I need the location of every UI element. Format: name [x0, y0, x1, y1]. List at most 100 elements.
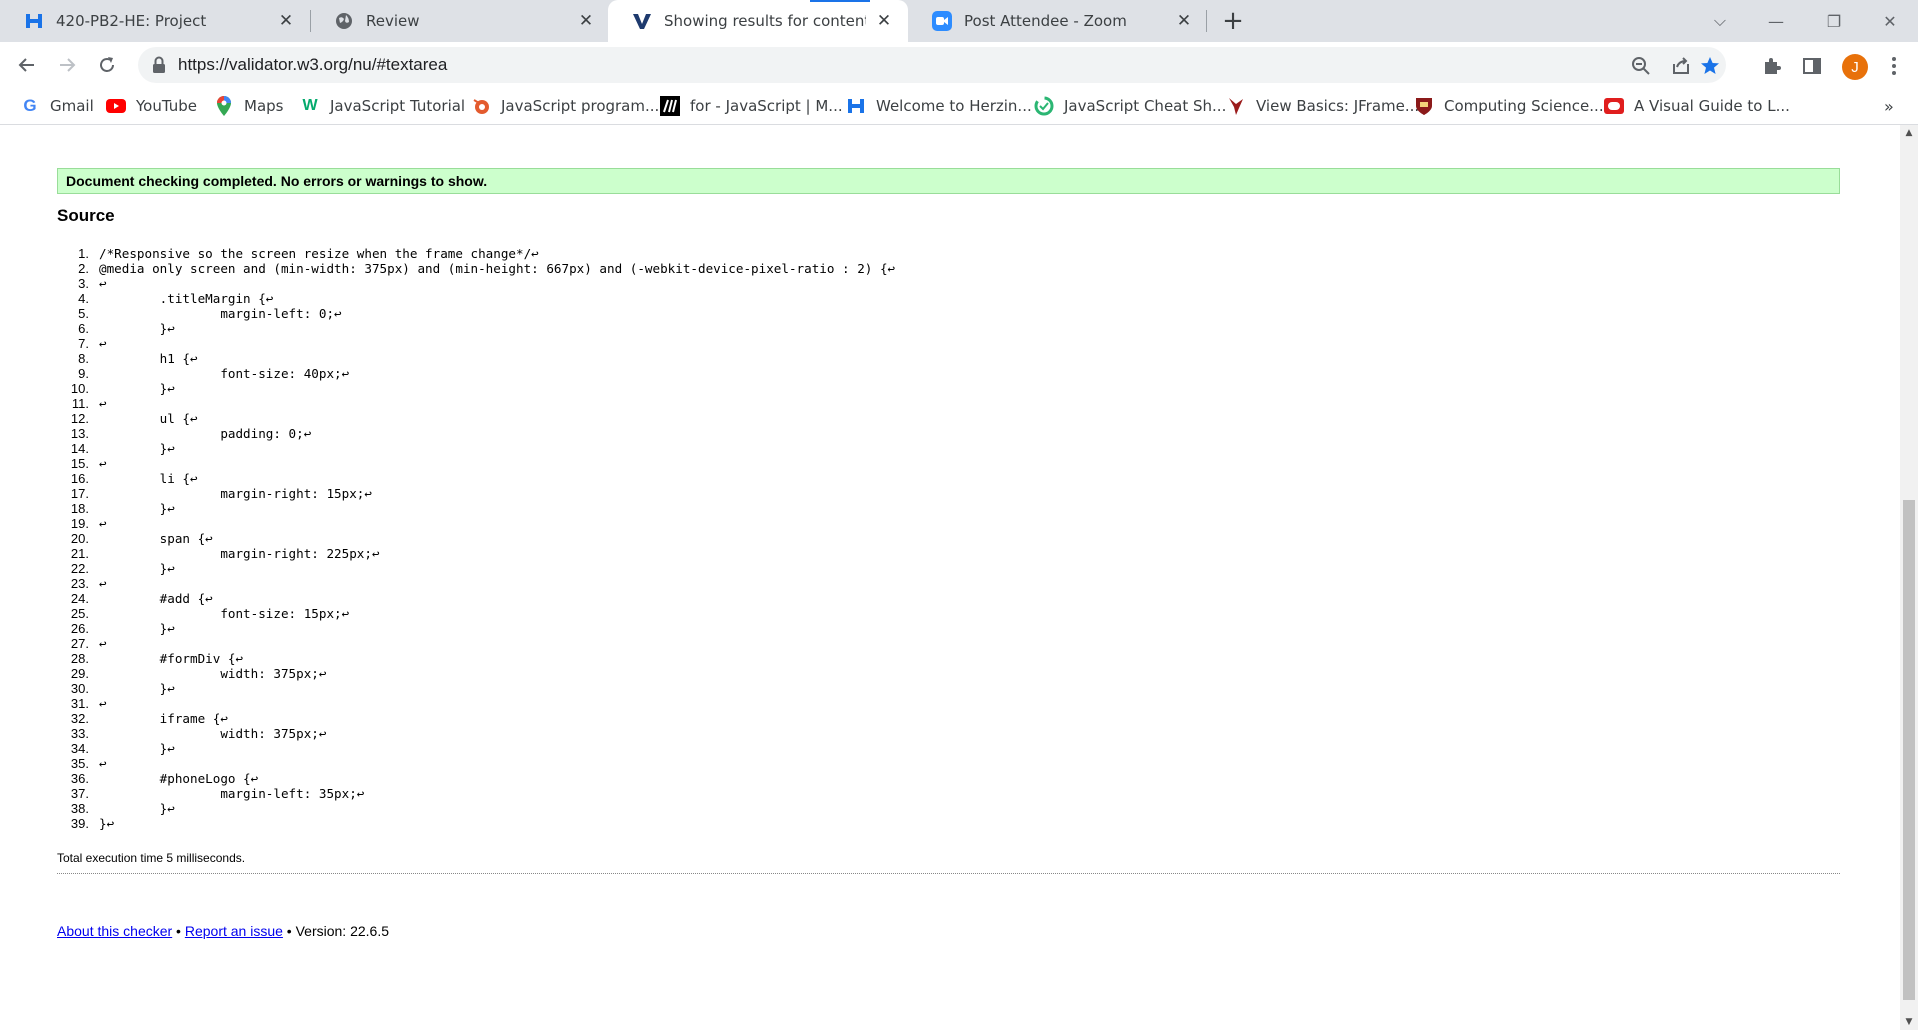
- line-text: }↩: [99, 741, 175, 756]
- bookmark-star-icon[interactable]: [1699, 55, 1721, 77]
- bookmark-label: View Basics: JFrame...: [1256, 97, 1420, 115]
- share-icon[interactable]: [1670, 55, 1692, 77]
- line-number: 21.: [70, 546, 89, 561]
- source-line: 22. }↩: [56, 561, 895, 576]
- bookmark-view-basics[interactable]: View Basics: JFrame...: [1226, 88, 1419, 124]
- line-text: /*Responsive so the screen resize when t…: [99, 246, 539, 261]
- scroll-up-icon[interactable]: ▲: [1900, 125, 1918, 141]
- line-number: 1.: [78, 246, 89, 261]
- mdn-icon: [660, 96, 680, 116]
- tab-title: Post Attendee - Zoom: [964, 12, 1127, 30]
- address-bar[interactable]: https://validator.w3.org/nu/#textarea: [138, 47, 1726, 83]
- forward-arrow-icon: [60, 58, 76, 72]
- bookmark-label: JavaScript program...: [501, 97, 660, 115]
- tab-strip: 420-PB2-HE: Project ✕ Review ✕ Showing r…: [0, 0, 1918, 42]
- line-text: ↩: [99, 336, 107, 351]
- about-checker-link[interactable]: About this checker: [57, 923, 172, 939]
- source-line: 35. ↩: [56, 756, 895, 771]
- new-tab-button[interactable]: +: [1220, 6, 1246, 36]
- scrollbar-thumb[interactable]: [1903, 500, 1915, 1000]
- source-line: 19. ↩: [56, 516, 895, 531]
- bookmark-herzing[interactable]: Welcome to Herzin...: [846, 88, 1032, 124]
- tab-project[interactable]: 420-PB2-HE: Project ✕: [0, 0, 310, 42]
- bookmark-maps[interactable]: Maps: [214, 88, 283, 124]
- vertical-scrollbar[interactable]: ▲ ▼: [1900, 125, 1918, 1030]
- tab-title: Showing results for contents of te: [664, 12, 866, 30]
- bird-icon: [1226, 96, 1246, 116]
- bookmark-label: Welcome to Herzin...: [876, 97, 1032, 115]
- oracle-icon: [1604, 96, 1624, 116]
- source-line: 11. ↩: [56, 396, 895, 411]
- tab-zoom[interactable]: Post Attendee - Zoom ✕: [908, 0, 1208, 42]
- line-number: 22.: [70, 561, 89, 576]
- line-text: li {↩: [99, 471, 198, 486]
- bookmark-visual-guide[interactable]: A Visual Guide to L...: [1604, 88, 1790, 124]
- tab-review[interactable]: Review ✕: [310, 0, 610, 42]
- line-text: ↩: [99, 636, 107, 651]
- reload-button[interactable]: [92, 50, 122, 80]
- bookmark-computing-science[interactable]: Computing Science...: [1414, 88, 1604, 124]
- source-line: 14. }↩: [56, 441, 895, 456]
- line-number: 28.: [70, 651, 89, 666]
- programiz-icon: [471, 96, 491, 116]
- line-number: 2.: [78, 261, 89, 276]
- close-icon[interactable]: ✕: [874, 11, 894, 31]
- line-text: margin-left: 35px;↩: [99, 786, 365, 801]
- source-line: 15. ↩: [56, 456, 895, 471]
- line-text: @media only screen and (min-width: 375px…: [99, 261, 896, 276]
- scroll-down-icon[interactable]: ▼: [1900, 1014, 1918, 1030]
- cheatsheet-icon: [1034, 96, 1054, 116]
- line-number: 20.: [70, 531, 89, 546]
- menu-kebab-icon[interactable]: [1882, 54, 1906, 78]
- report-issue-link[interactable]: Report an issue: [185, 923, 283, 939]
- line-number: 23.: [70, 576, 89, 591]
- line-number: 33.: [70, 726, 89, 741]
- active-tab-indicator: [810, 0, 870, 2]
- source-line: 9. font-size: 40px;↩: [56, 366, 895, 381]
- line-text: font-size: 40px;↩: [99, 366, 350, 381]
- bookmark-javascript-program[interactable]: JavaScript program...: [471, 88, 659, 124]
- bookmark-label: Gmail: [50, 97, 94, 115]
- extensions-icon[interactable]: [1760, 54, 1784, 78]
- bookmark-javascript-tutorial[interactable]: W JavaScript Tutorial: [300, 88, 465, 124]
- bookmark-label: JavaScript Tutorial: [330, 97, 466, 115]
- bookmark-mdn[interactable]: for - JavaScript | M...: [660, 88, 843, 124]
- tab-separator: [1206, 10, 1207, 32]
- status-message: Document checking completed. No errors o…: [57, 168, 1840, 194]
- source-line: 7. ↩: [56, 336, 895, 351]
- back-button[interactable]: [12, 50, 42, 80]
- line-text: #phoneLogo {↩: [99, 771, 259, 786]
- line-text: }↩: [99, 321, 175, 336]
- zoom-magnifier-icon[interactable]: [1630, 55, 1652, 77]
- crest-icon: [1414, 96, 1434, 116]
- source-line: 25. font-size: 15px;↩: [56, 606, 895, 621]
- restore-button[interactable]: ❐: [1806, 0, 1862, 42]
- close-icon[interactable]: ✕: [276, 11, 296, 31]
- line-number: 4.: [78, 291, 89, 306]
- minimize-button[interactable]: —: [1748, 0, 1804, 42]
- h-logo-icon: [24, 11, 44, 31]
- close-icon[interactable]: ✕: [1174, 11, 1194, 31]
- tab-validator[interactable]: Showing results for contents of te ✕: [608, 0, 908, 42]
- line-text: iframe {↩: [99, 711, 228, 726]
- bookmark-js-cheat-sheet[interactable]: JavaScript Cheat Sh...: [1034, 88, 1226, 124]
- close-icon[interactable]: ✕: [576, 11, 596, 31]
- google-icon: G: [23, 96, 37, 115]
- side-panel-icon[interactable]: [1800, 54, 1824, 78]
- bookmark-youtube[interactable]: YouTube: [106, 88, 197, 124]
- line-text: font-size: 15px;↩: [99, 606, 350, 621]
- line-text: ↩: [99, 456, 107, 471]
- line-text: ↩: [99, 396, 107, 411]
- close-window-button[interactable]: ✕: [1862, 0, 1918, 42]
- more-bookmarks-icon[interactable]: »: [1884, 88, 1894, 124]
- lock-icon[interactable]: [152, 56, 166, 79]
- line-number: 9.: [78, 366, 89, 381]
- source-line: 10. }↩: [56, 381, 895, 396]
- forward-button[interactable]: [52, 50, 82, 80]
- back-arrow-icon: [18, 58, 34, 72]
- bookmark-label: JavaScript Cheat Sh...: [1064, 97, 1227, 115]
- bookmark-gmail[interactable]: G Gmail: [20, 88, 94, 124]
- tab-search-icon[interactable]: ⌵: [1692, 0, 1748, 42]
- source-line: 18. }↩: [56, 501, 895, 516]
- profile-avatar[interactable]: J: [1842, 54, 1868, 80]
